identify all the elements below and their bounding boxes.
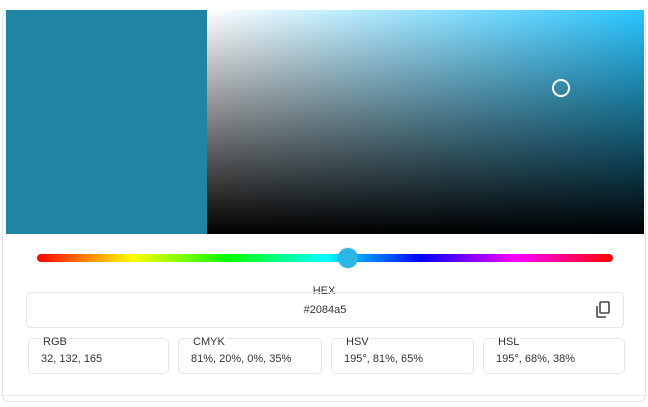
- value-gradient: [207, 10, 644, 234]
- cmyk-label: CMYK: [191, 336, 227, 348]
- hex-value[interactable]: #2084a5: [27, 304, 623, 316]
- saturation-value-area[interactable]: [207, 10, 644, 234]
- saturation-value-handle[interactable]: [551, 79, 570, 98]
- divider: [0, 395, 648, 396]
- hsv-field[interactable]: HSV 195°, 81%, 65%: [331, 336, 474, 374]
- rgb-label: RGB: [41, 336, 69, 348]
- hsl-field[interactable]: HSL 195°, 68%, 38%: [483, 336, 625, 374]
- hsl-value[interactable]: 195°, 68%, 38%: [496, 353, 575, 365]
- hue-slider-thumb[interactable]: [338, 248, 359, 268]
- color-preview-swatch: [6, 10, 207, 234]
- copy-icon[interactable]: [593, 300, 613, 320]
- hsl-label: HSL: [496, 336, 522, 348]
- cmyk-field[interactable]: CMYK 81%, 20%, 0%, 35%: [178, 336, 322, 374]
- hex-input[interactable]: #2084a5: [26, 292, 624, 328]
- rgb-value[interactable]: 32, 132, 165: [41, 353, 102, 365]
- hue-slider[interactable]: [37, 254, 613, 262]
- hsv-label: HSV: [344, 336, 371, 348]
- cmyk-value[interactable]: 81%, 20%, 0%, 35%: [191, 353, 291, 365]
- hsv-value[interactable]: 195°, 81%, 65%: [344, 353, 423, 365]
- rgb-field[interactable]: RGB 32, 132, 165: [28, 336, 169, 374]
